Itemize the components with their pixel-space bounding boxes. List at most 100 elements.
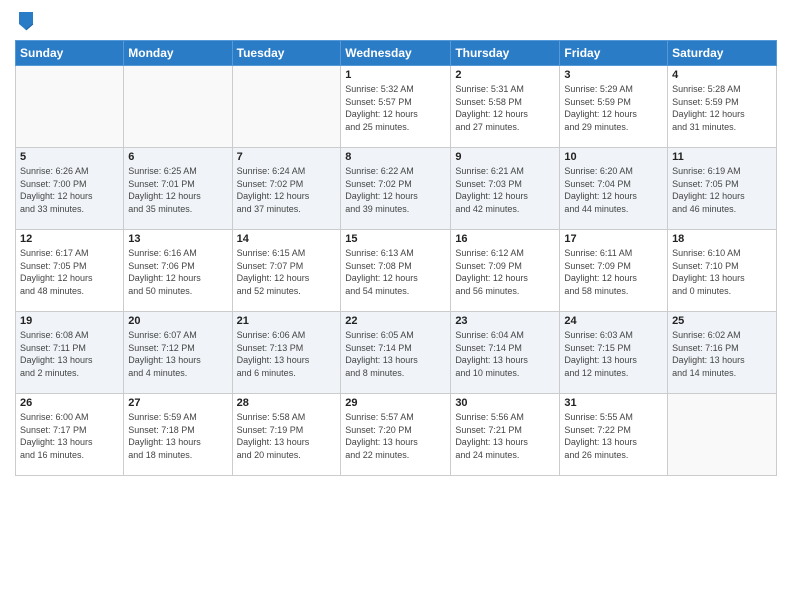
day-info: Sunrise: 6:06 AM Sunset: 7:13 PM Dayligh… bbox=[237, 329, 337, 379]
day-info: Sunrise: 5:31 AM Sunset: 5:58 PM Dayligh… bbox=[455, 83, 555, 133]
weekday-header-sunday: Sunday bbox=[16, 41, 124, 66]
day-number: 3 bbox=[564, 69, 663, 81]
day-cell-5: 5 Sunrise: 6:26 AM Sunset: 7:00 PM Daylig… bbox=[16, 148, 124, 230]
day-info: Sunrise: 6:13 AM Sunset: 7:08 PM Dayligh… bbox=[345, 247, 446, 297]
weekday-header-friday: Friday bbox=[560, 41, 668, 66]
day-info: Sunrise: 6:11 AM Sunset: 7:09 PM Dayligh… bbox=[564, 247, 663, 297]
day-cell-7: 7Sunrise: 6:24 AM Sunset: 7:02 PM Daylig… bbox=[232, 148, 341, 230]
day-info: Sunrise: 6:10 AM Sunset: 7:10 PM Dayligh… bbox=[672, 247, 772, 297]
day-cell-27: 27Sunrise: 5:59 AM Sunset: 7:18 PM Dayli… bbox=[124, 394, 232, 476]
week-row-1: 1 Sunrise: 5:32 AM Sunset: 5:57 PM Daylig… bbox=[16, 66, 777, 148]
day-number: 11 bbox=[672, 151, 772, 163]
day-cell-18: 18Sunrise: 6:10 AM Sunset: 7:10 PM Dayli… bbox=[668, 230, 777, 312]
day-cell-9: 9 Sunrise: 6:21 AM Sunset: 7:03 PM Daylig… bbox=[451, 148, 560, 230]
day-info: Sunrise: 5:32 AM Sunset: 5:57 PM Dayligh… bbox=[345, 83, 446, 133]
day-number: 20 bbox=[128, 315, 227, 327]
page: SundayMondayTuesdayWednesdayThursdayFrid… bbox=[0, 0, 792, 612]
empty-cell bbox=[232, 66, 341, 148]
day-cell-29: 29 Sunrise: 5:57 AM Sunset: 7:20 PM Dayli… bbox=[341, 394, 451, 476]
day-info: Sunrise: 5:28 AM Sunset: 5:59 PM Dayligh… bbox=[672, 83, 772, 133]
day-cell-28: 28 Sunrise: 5:58 AM Sunset: 7:19 PM Dayli… bbox=[232, 394, 341, 476]
day-cell-11: 11 Sunrise: 6:19 AM Sunset: 7:05 PM Dayli… bbox=[668, 148, 777, 230]
day-cell-3: 3 Sunrise: 5:29 AM Sunset: 5:59 PM Daylig… bbox=[560, 66, 668, 148]
day-number: 28 bbox=[237, 397, 337, 409]
day-number: 22 bbox=[345, 315, 446, 327]
day-number: 14 bbox=[237, 233, 337, 245]
day-cell-8: 8 Sunrise: 6:22 AM Sunset: 7:02 PM Daylig… bbox=[341, 148, 451, 230]
day-number: 25 bbox=[672, 315, 772, 327]
week-row-2: 5 Sunrise: 6:26 AM Sunset: 7:00 PM Daylig… bbox=[16, 148, 777, 230]
day-cell-21: 21Sunrise: 6:06 AM Sunset: 7:13 PM Dayli… bbox=[232, 312, 341, 394]
day-cell-19: 19 Sunrise: 6:08 AM Sunset: 7:11 PM Dayli… bbox=[16, 312, 124, 394]
weekday-header-row: SundayMondayTuesdayWednesdayThursdayFrid… bbox=[16, 41, 777, 66]
day-info: Sunrise: 6:25 AM Sunset: 7:01 PM Dayligh… bbox=[128, 165, 227, 215]
day-info: Sunrise: 6:08 AM Sunset: 7:11 PM Dayligh… bbox=[20, 329, 119, 379]
day-number: 4 bbox=[672, 69, 772, 81]
day-number: 16 bbox=[455, 233, 555, 245]
day-cell-13: 13Sunrise: 6:16 AM Sunset: 7:06 PM Dayli… bbox=[124, 230, 232, 312]
empty-cell bbox=[668, 394, 777, 476]
day-number: 31 bbox=[564, 397, 663, 409]
day-number: 7 bbox=[237, 151, 337, 163]
day-cell-6: 6 Sunrise: 6:25 AM Sunset: 7:01 PM Daylig… bbox=[124, 148, 232, 230]
day-info: Sunrise: 5:29 AM Sunset: 5:59 PM Dayligh… bbox=[564, 83, 663, 133]
day-number: 17 bbox=[564, 233, 663, 245]
day-cell-12: 12 Sunrise: 6:17 AM Sunset: 7:05 PM Dayli… bbox=[16, 230, 124, 312]
day-number: 19 bbox=[20, 315, 119, 327]
day-cell-30: 30Sunrise: 5:56 AM Sunset: 7:21 PM Dayli… bbox=[451, 394, 560, 476]
day-cell-25: 25 Sunrise: 6:02 AM Sunset: 7:16 PM Dayli… bbox=[668, 312, 777, 394]
day-info: Sunrise: 5:57 AM Sunset: 7:20 PM Dayligh… bbox=[345, 411, 446, 461]
day-info: Sunrise: 6:04 AM Sunset: 7:14 PM Dayligh… bbox=[455, 329, 555, 379]
weekday-header-saturday: Saturday bbox=[668, 41, 777, 66]
day-info: Sunrise: 6:21 AM Sunset: 7:03 PM Dayligh… bbox=[455, 165, 555, 215]
day-info: Sunrise: 6:03 AM Sunset: 7:15 PM Dayligh… bbox=[564, 329, 663, 379]
day-number: 24 bbox=[564, 315, 663, 327]
weekday-header-wednesday: Wednesday bbox=[341, 41, 451, 66]
week-row-4: 19 Sunrise: 6:08 AM Sunset: 7:11 PM Dayli… bbox=[16, 312, 777, 394]
day-info: Sunrise: 6:19 AM Sunset: 7:05 PM Dayligh… bbox=[672, 165, 772, 215]
day-info: Sunrise: 6:17 AM Sunset: 7:05 PM Dayligh… bbox=[20, 247, 119, 297]
day-number: 12 bbox=[20, 233, 119, 245]
day-cell-2: 2 Sunrise: 5:31 AM Sunset: 5:58 PM Daylig… bbox=[451, 66, 560, 148]
day-number: 2 bbox=[455, 69, 555, 81]
day-number: 5 bbox=[20, 151, 119, 163]
week-row-5: 26Sunrise: 6:00 AM Sunset: 7:17 PM Dayli… bbox=[16, 394, 777, 476]
weekday-header-thursday: Thursday bbox=[451, 41, 560, 66]
day-cell-23: 23 Sunrise: 6:04 AM Sunset: 7:14 PM Dayli… bbox=[451, 312, 560, 394]
day-info: Sunrise: 6:15 AM Sunset: 7:07 PM Dayligh… bbox=[237, 247, 337, 297]
day-cell-22: 22 Sunrise: 6:05 AM Sunset: 7:14 PM Dayli… bbox=[341, 312, 451, 394]
weekday-header-monday: Monday bbox=[124, 41, 232, 66]
day-info: Sunrise: 6:20 AM Sunset: 7:04 PM Dayligh… bbox=[564, 165, 663, 215]
day-number: 6 bbox=[128, 151, 227, 163]
calendar-table: SundayMondayTuesdayWednesdayThursdayFrid… bbox=[15, 40, 777, 476]
day-info: Sunrise: 6:00 AM Sunset: 7:17 PM Dayligh… bbox=[20, 411, 119, 461]
day-number: 9 bbox=[455, 151, 555, 163]
day-number: 27 bbox=[128, 397, 227, 409]
day-info: Sunrise: 6:05 AM Sunset: 7:14 PM Dayligh… bbox=[345, 329, 446, 379]
weekday-header-tuesday: Tuesday bbox=[232, 41, 341, 66]
day-info: Sunrise: 5:58 AM Sunset: 7:19 PM Dayligh… bbox=[237, 411, 337, 461]
day-info: Sunrise: 6:07 AM Sunset: 7:12 PM Dayligh… bbox=[128, 329, 227, 379]
day-cell-15: 15Sunrise: 6:13 AM Sunset: 7:08 PM Dayli… bbox=[341, 230, 451, 312]
day-cell-24: 24 Sunrise: 6:03 AM Sunset: 7:15 PM Dayli… bbox=[560, 312, 668, 394]
day-cell-4: 4 Sunrise: 5:28 AM Sunset: 5:59 PM Daylig… bbox=[668, 66, 777, 148]
day-cell-14: 14 Sunrise: 6:15 AM Sunset: 7:07 PM Dayli… bbox=[232, 230, 341, 312]
day-cell-16: 16Sunrise: 6:12 AM Sunset: 7:09 PM Dayli… bbox=[451, 230, 560, 312]
day-cell-10: 10 Sunrise: 6:20 AM Sunset: 7:04 PM Dayli… bbox=[560, 148, 668, 230]
empty-cell bbox=[124, 66, 232, 148]
header bbox=[15, 10, 777, 32]
day-number: 23 bbox=[455, 315, 555, 327]
day-info: Sunrise: 6:22 AM Sunset: 7:02 PM Dayligh… bbox=[345, 165, 446, 215]
day-info: Sunrise: 5:56 AM Sunset: 7:21 PM Dayligh… bbox=[455, 411, 555, 461]
day-number: 13 bbox=[128, 233, 227, 245]
day-number: 29 bbox=[345, 397, 446, 409]
day-number: 8 bbox=[345, 151, 446, 163]
day-cell-31: 31 Sunrise: 5:55 AM Sunset: 7:22 PM Dayli… bbox=[560, 394, 668, 476]
day-cell-26: 26Sunrise: 6:00 AM Sunset: 7:17 PM Dayli… bbox=[16, 394, 124, 476]
day-number: 1 bbox=[345, 69, 446, 81]
day-number: 10 bbox=[564, 151, 663, 163]
day-info: Sunrise: 6:26 AM Sunset: 7:00 PM Dayligh… bbox=[20, 165, 119, 215]
day-info: Sunrise: 6:02 AM Sunset: 7:16 PM Dayligh… bbox=[672, 329, 772, 379]
day-info: Sunrise: 5:55 AM Sunset: 7:22 PM Dayligh… bbox=[564, 411, 663, 461]
logo bbox=[15, 10, 35, 32]
